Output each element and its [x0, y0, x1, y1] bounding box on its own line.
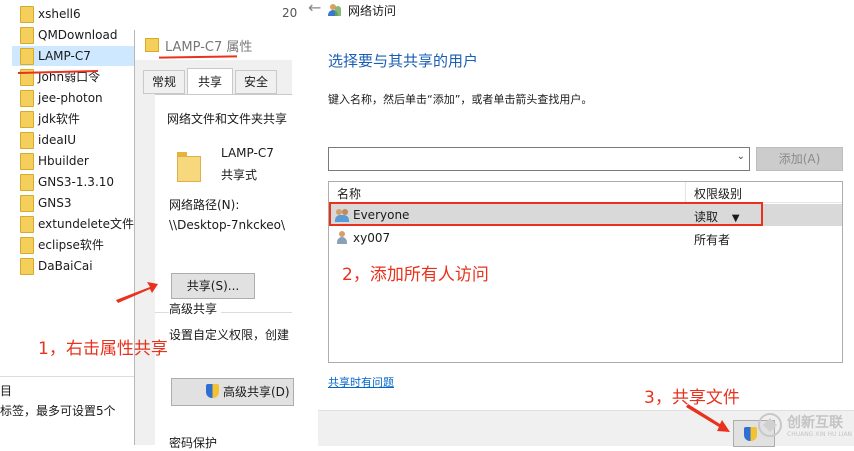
- annotation-arrows: [116, 282, 730, 432]
- watermark-brand: 创新互联: [787, 415, 843, 431]
- watermark-logo-icon: [758, 413, 782, 437]
- watermark: 创新互联 CHUANG XIN HU LIAN: [757, 408, 854, 445]
- annotation-arrow-1: [116, 282, 158, 303]
- annotation-arrow-3: [686, 404, 730, 432]
- watermark-subtext: CHUANG XIN HU LIAN: [787, 431, 853, 438]
